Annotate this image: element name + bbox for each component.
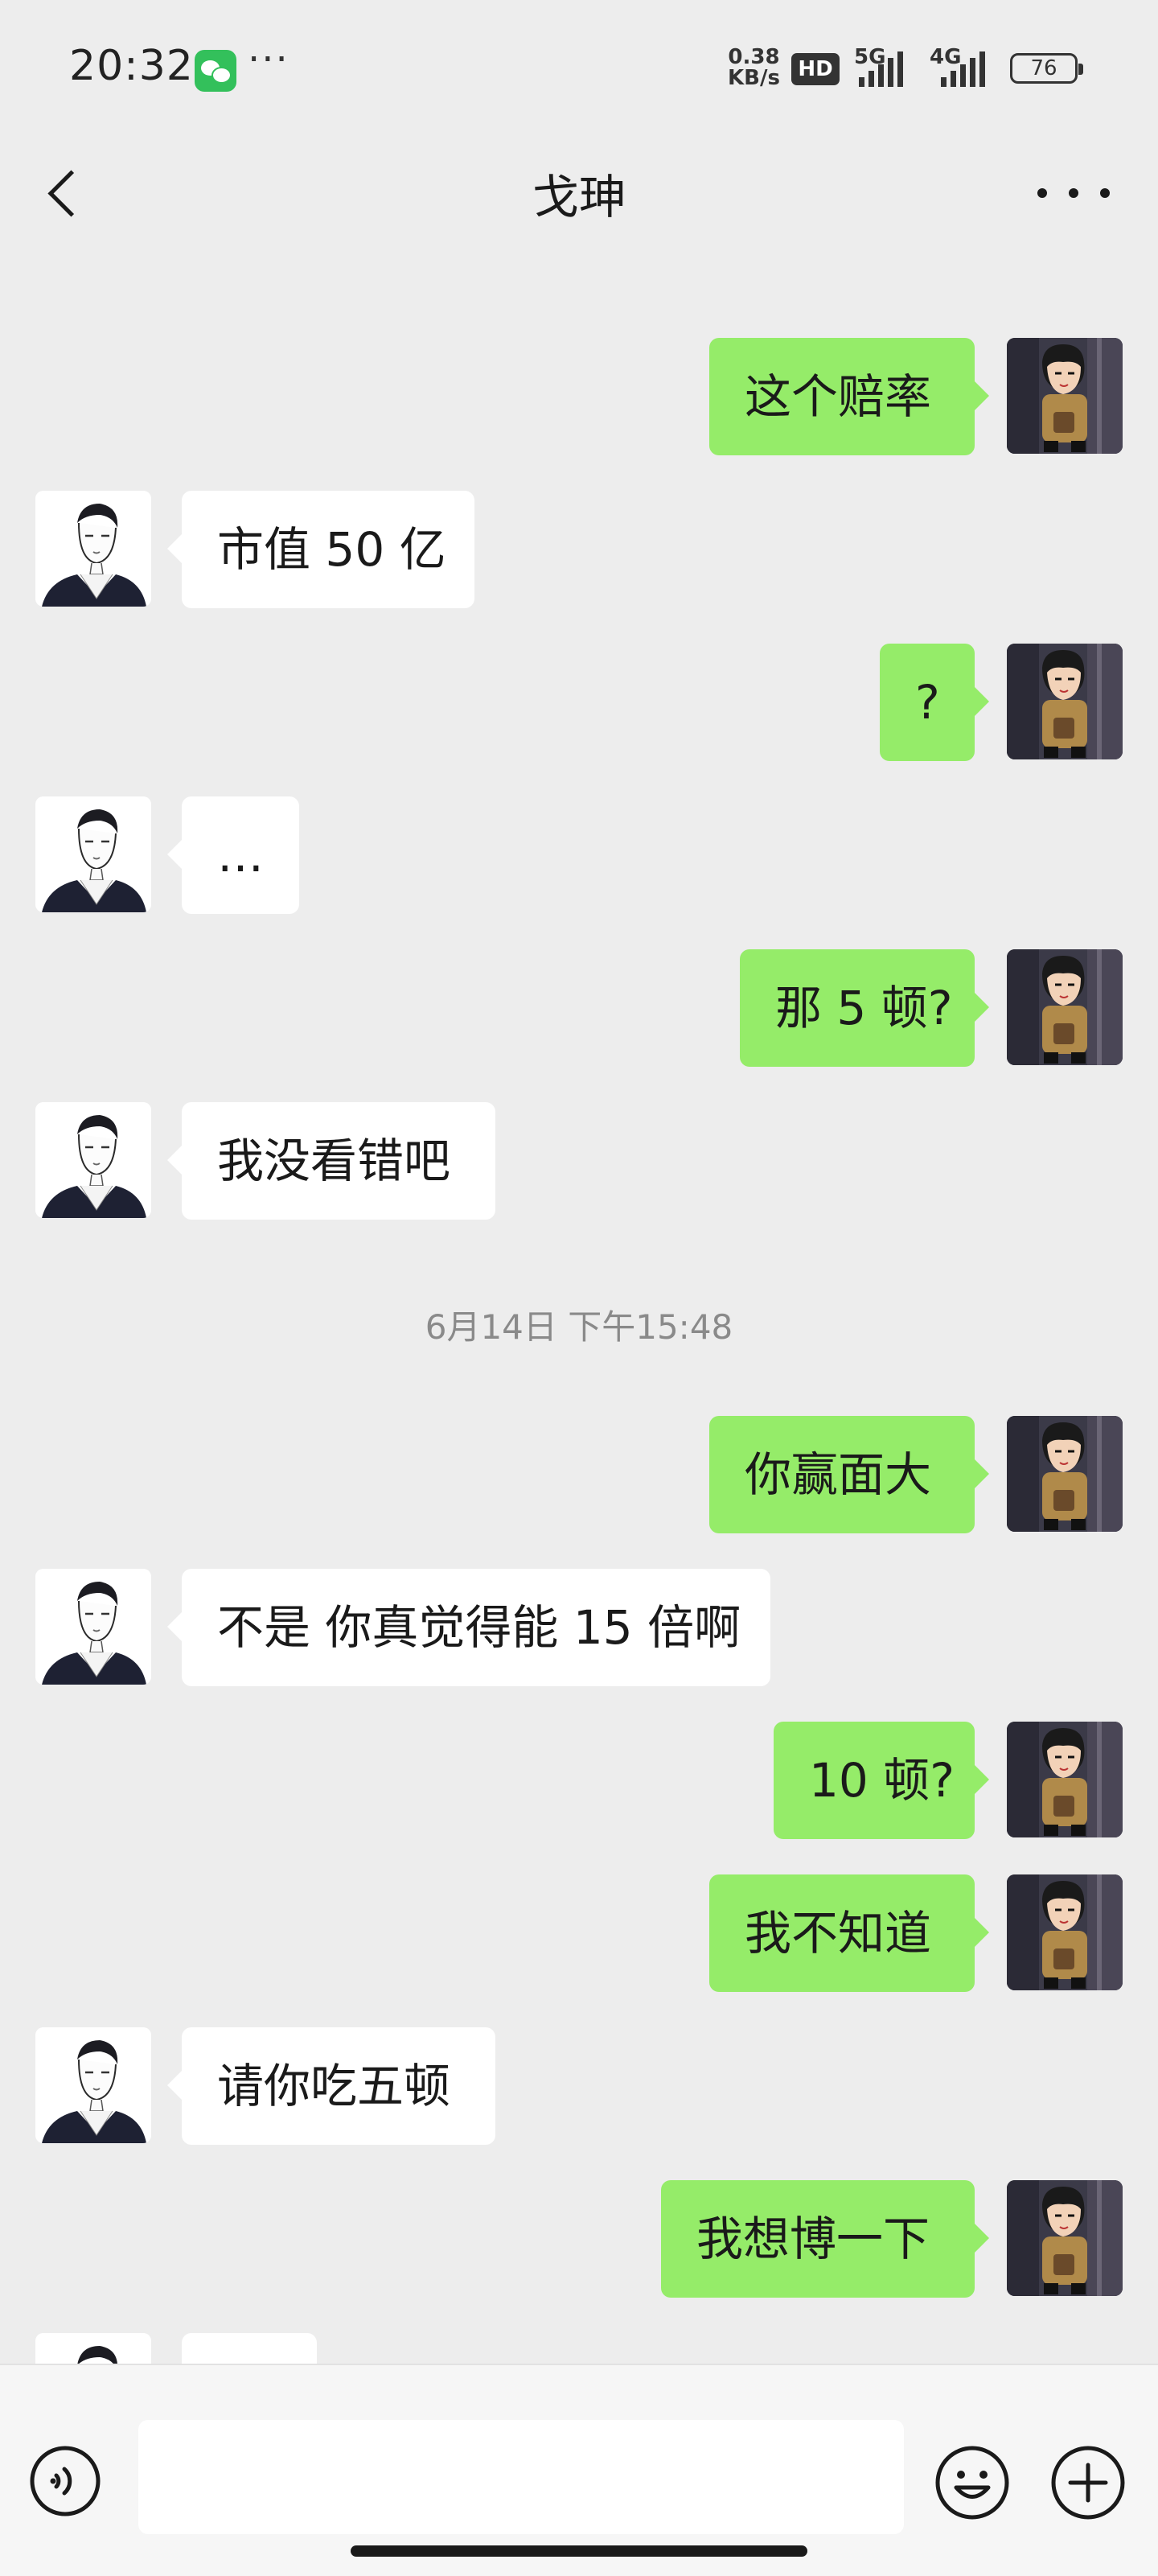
message-bubble[interactable]: 市值 50 亿 xyxy=(167,491,474,608)
message-bubble[interactable]: 不是 你真觉得能 15 倍啊 xyxy=(167,1569,770,1686)
outgoing-message: 我想博一下 xyxy=(0,2180,1158,2298)
chat-message-list[interactable]: 亲译!这个赔率市值 50 亿?…那 5 顿?我没看错吧你赢面大不是 你真觉得能 … xyxy=(0,257,1158,2364)
user-avatar[interactable] xyxy=(1007,644,1123,759)
outgoing-message: 这个赔率 xyxy=(0,338,1158,455)
user-avatar[interactable] xyxy=(1007,949,1123,1065)
outgoing-message: 我不知道 xyxy=(0,1874,1158,1992)
message-bubble[interactable]: 我想博一下 xyxy=(661,2180,989,2298)
emoji-icon[interactable] xyxy=(934,2445,1010,2520)
timestamp-divider: 6月14日 下午15:48 xyxy=(425,1307,733,1347)
message-bubble[interactable]: 这个赔率 xyxy=(709,338,989,455)
status-bar: 20:32 ··· 0.38 KB/s HD 5G 4G 76 xyxy=(0,0,1158,137)
contact-avatar[interactable] xyxy=(35,1569,151,1685)
message-bubble[interactable]: 我不知道 xyxy=(709,1874,989,1992)
home-indicator[interactable] xyxy=(351,2545,807,2557)
contact-avatar[interactable] xyxy=(35,491,151,607)
outgoing-message: 那 5 顿? xyxy=(0,949,1158,1067)
signal-strength-icon-2 xyxy=(941,50,985,87)
hd-badge: HD xyxy=(791,53,840,85)
outgoing-message: 你赢面大 xyxy=(0,1416,1158,1533)
user-avatar[interactable] xyxy=(1007,2180,1123,2296)
message-bubble[interactable]: 10 顿? xyxy=(774,1722,989,1839)
message-bubble[interactable]: 那 5 顿? xyxy=(740,949,989,1067)
contact-avatar[interactable] xyxy=(35,2333,151,2364)
chat-header: 戈珅 xyxy=(0,137,1158,257)
chat-title: 戈珅 xyxy=(532,170,626,224)
network-speed: 0.38 KB/s xyxy=(728,47,780,88)
battery-icon: 76 xyxy=(1010,53,1083,84)
plus-icon[interactable] xyxy=(1050,2445,1126,2520)
network-speed-unit: KB/s xyxy=(728,66,780,90)
user-avatar[interactable] xyxy=(1007,1874,1123,1990)
message-bubble[interactable]: 请你吃五顿 xyxy=(167,2027,495,2145)
signal-strength-icon-1 xyxy=(859,50,903,87)
contact-avatar[interactable] xyxy=(35,1102,151,1218)
contact-avatar[interactable] xyxy=(35,796,151,912)
message-input[interactable] xyxy=(138,2420,904,2534)
message-bubble[interactable]: 你赢面大 xyxy=(709,1416,989,1533)
outgoing-message: 10 顿? xyxy=(0,1722,1158,1839)
message-bubble[interactable] xyxy=(182,2333,317,2364)
contact-avatar[interactable] xyxy=(35,2027,151,2143)
incoming-message: … xyxy=(0,796,1158,914)
status-time: 20:32 xyxy=(69,42,194,90)
incoming-message xyxy=(0,2333,1158,2364)
user-avatar[interactable] xyxy=(1007,1722,1123,1837)
user-avatar[interactable] xyxy=(1007,338,1123,454)
status-more-indicator: ··· xyxy=(248,37,290,82)
message-bubble[interactable]: … xyxy=(167,796,299,914)
input-bar xyxy=(0,2364,1158,2576)
more-dots-icon[interactable] xyxy=(1037,161,1110,225)
incoming-message: 我没看错吧 xyxy=(0,1102,1158,1220)
message-bubble[interactable]: 我没看错吧 xyxy=(167,1102,495,1220)
user-avatar[interactable] xyxy=(1007,1416,1123,1532)
incoming-message: 不是 你真觉得能 15 倍啊 xyxy=(0,1569,1158,1686)
incoming-message: 请你吃五顿 xyxy=(0,2027,1158,2145)
voice-icon[interactable] xyxy=(29,2445,101,2517)
network-speed-value: 0.38 xyxy=(728,45,780,69)
wechat-icon xyxy=(195,50,236,92)
outgoing-message: ? xyxy=(0,644,1158,761)
message-bubble[interactable]: ? xyxy=(880,644,989,761)
incoming-message: 市值 50 亿 xyxy=(0,491,1158,608)
